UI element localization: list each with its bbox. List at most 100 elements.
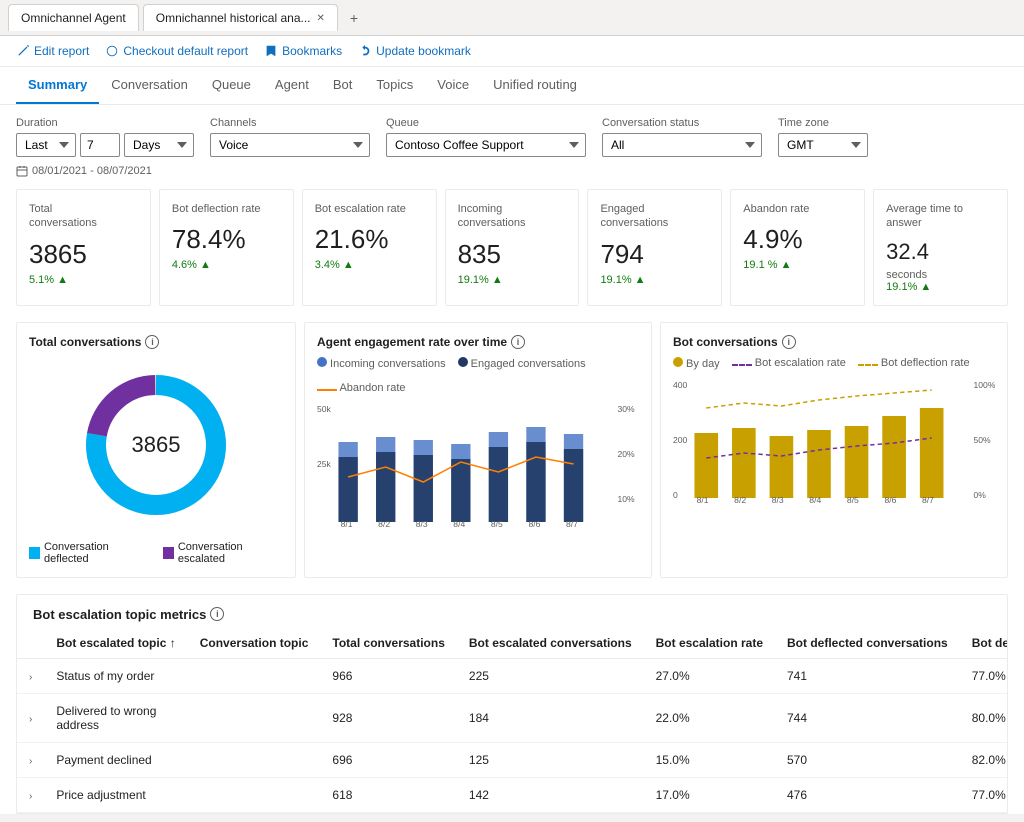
expand-row-button[interactable]: ›	[29, 756, 32, 767]
duration-prefix-select[interactable]: Last	[16, 133, 76, 157]
tab-bot[interactable]: Bot	[321, 67, 365, 104]
deflected-cell: 476	[775, 777, 960, 812]
total-conversations-header: Total conversations	[320, 628, 456, 659]
filters-bar: Duration Last Days Channels Voice Queue …	[0, 105, 1024, 161]
date-range: 08/01/2021 - 08/07/2021	[0, 161, 1024, 181]
channels-select[interactable]: Voice	[210, 133, 370, 157]
legend-deflected: Conversation deflected	[29, 541, 147, 565]
duration-value-input[interactable]	[80, 133, 120, 157]
expand-row-button[interactable]: ›	[29, 672, 32, 683]
kpi-value: 4.9%	[743, 224, 852, 255]
donut-label: 3865	[132, 432, 181, 458]
total-cell: 618	[320, 777, 456, 812]
kpi-title: Average time to answer	[886, 202, 995, 231]
expand-row-button[interactable]: ›	[29, 791, 32, 802]
calendar-icon	[16, 165, 28, 177]
bot-deflected-conversations-header: Bot deflected conversations	[775, 628, 960, 659]
kpi-title: Bot escalation rate	[315, 202, 424, 216]
conv-topic-cell	[188, 658, 321, 693]
bot-escalation-rate-header: Bot escalation rate	[644, 628, 775, 659]
kpi-bot-deflection-rate: Bot deflection rate 78.4% 4.6% ▲	[159, 189, 294, 306]
svg-text:8/5: 8/5	[847, 495, 859, 505]
abandon-legend-line	[317, 389, 337, 391]
conversation-topic-header: Conversation topic	[188, 628, 321, 659]
tab-queue[interactable]: Queue	[200, 67, 263, 104]
kpi-title: Totalconversations	[29, 202, 138, 231]
kpi-avg-time-to-answer: Average time to answer 32.4 seconds 19.1…	[873, 189, 1008, 306]
tab-omnichannel-historical[interactable]: Omnichannel historical ana... ✕	[143, 4, 338, 31]
tab-agent[interactable]: Agent	[263, 67, 321, 104]
expand-row-button[interactable]: ›	[29, 714, 32, 725]
expand-col-header	[17, 628, 44, 659]
timezone-label: Time zone	[778, 117, 868, 129]
esc-rate-cell: 17.0%	[644, 777, 775, 812]
total-cell: 928	[320, 693, 456, 742]
tab-voice[interactable]: Voice	[425, 67, 481, 104]
close-tab-icon[interactable]: ✕	[317, 13, 325, 24]
queue-select[interactable]: Contoso Coffee Support	[386, 133, 586, 157]
svg-text:8/7: 8/7	[566, 519, 578, 529]
channels-filter: Channels Voice	[210, 117, 370, 157]
svg-text:0%: 0%	[974, 490, 987, 500]
conv-topic-cell	[188, 693, 321, 742]
update-bookmark-button[interactable]: Update bookmark	[358, 44, 471, 58]
tab-conversation[interactable]: Conversation	[99, 67, 200, 104]
chart-area: 400 200 0 100% 50% 0%	[673, 378, 995, 508]
kpi-value: 794	[600, 239, 709, 270]
table-title-text: Bot escalation topic metrics	[33, 607, 206, 622]
kpi-delta: 19.1 % ▲	[743, 259, 852, 271]
svg-text:8/4: 8/4	[453, 519, 465, 529]
checkout-default-report-button[interactable]: Checkout default report	[105, 44, 248, 58]
conv-topic-cell	[188, 777, 321, 812]
svg-text:8/4: 8/4	[809, 495, 821, 505]
kpi-value: 21.6%	[315, 224, 424, 255]
agent-engagement-chart: Agent engagement rate over time i Incomi…	[304, 322, 652, 578]
svg-text:8/2: 8/2	[378, 519, 390, 529]
edit-report-button[interactable]: Edit report	[16, 44, 89, 58]
defl-rate-cell: 77.0%	[960, 658, 1007, 693]
table-info-icon: i	[210, 607, 224, 621]
kpi-title: Incomingconversations	[458, 202, 567, 231]
table-row: › Delivered to wrong address 928 184 22.…	[17, 693, 1007, 742]
info-icon: i	[511, 335, 525, 349]
duration-filter: Duration Last Days	[16, 117, 194, 157]
duration-label: Duration	[16, 117, 194, 129]
conversation-status-select[interactable]: All	[602, 133, 762, 157]
svg-text:200: 200	[673, 435, 688, 445]
kpi-row: Totalconversations 3865 5.1% ▲ Bot defle…	[0, 181, 1024, 314]
refresh-icon	[105, 44, 119, 58]
kpi-value: 835	[458, 239, 567, 270]
kpi-value: 78.4%	[172, 224, 281, 255]
chart-title: Total conversations i	[29, 335, 283, 349]
escalated-cell: 184	[457, 693, 644, 742]
svg-text:8/1: 8/1	[341, 519, 353, 529]
timezone-select[interactable]: GMT	[778, 133, 868, 157]
kpi-incoming-conversations: Incomingconversations 835 19.1% ▲	[445, 189, 580, 306]
esc-rate-cell: 15.0%	[644, 742, 775, 777]
duration-unit-select[interactable]: Days	[124, 133, 194, 157]
svg-text:8/7: 8/7	[922, 495, 934, 505]
svg-text:8/2: 8/2	[734, 495, 746, 505]
tab-topics[interactable]: Topics	[364, 67, 425, 104]
tab-omnichannel-agent[interactable]: Omnichannel Agent	[8, 4, 139, 31]
add-tab-button[interactable]: +	[342, 6, 366, 30]
kpi-delta: 19.1% ▲	[458, 274, 567, 286]
table-row: › Payment declined 696 125 15.0% 570 82.…	[17, 742, 1007, 777]
kpi-engaged-conversations: Engagedconversations 794 19.1% ▲	[587, 189, 722, 306]
bot-escalated-topic-header[interactable]: Bot escalated topic ↑	[44, 628, 187, 659]
kpi-title: Bot deflection rate	[172, 202, 281, 216]
topic-cell: Delivered to wrong address	[44, 693, 187, 742]
kpi-total-conversations: Totalconversations 3865 5.1% ▲	[16, 189, 151, 306]
svg-text:25k: 25k	[317, 459, 332, 469]
sync-icon	[358, 44, 372, 58]
timezone-filter: Time zone GMT	[778, 117, 868, 157]
topic-cell: Status of my order	[44, 658, 187, 693]
tab-unified-routing[interactable]: Unified routing	[481, 67, 589, 104]
app-container: Edit report Checkout default report Book…	[0, 36, 1024, 814]
bookmarks-button[interactable]: Bookmarks	[264, 44, 342, 58]
channels-label: Channels	[210, 117, 370, 129]
tab-summary[interactable]: Summary	[16, 67, 99, 104]
svg-text:8/3: 8/3	[772, 495, 784, 505]
esc-rate-cell: 22.0%	[644, 693, 775, 742]
svg-text:8/6: 8/6	[528, 519, 540, 529]
